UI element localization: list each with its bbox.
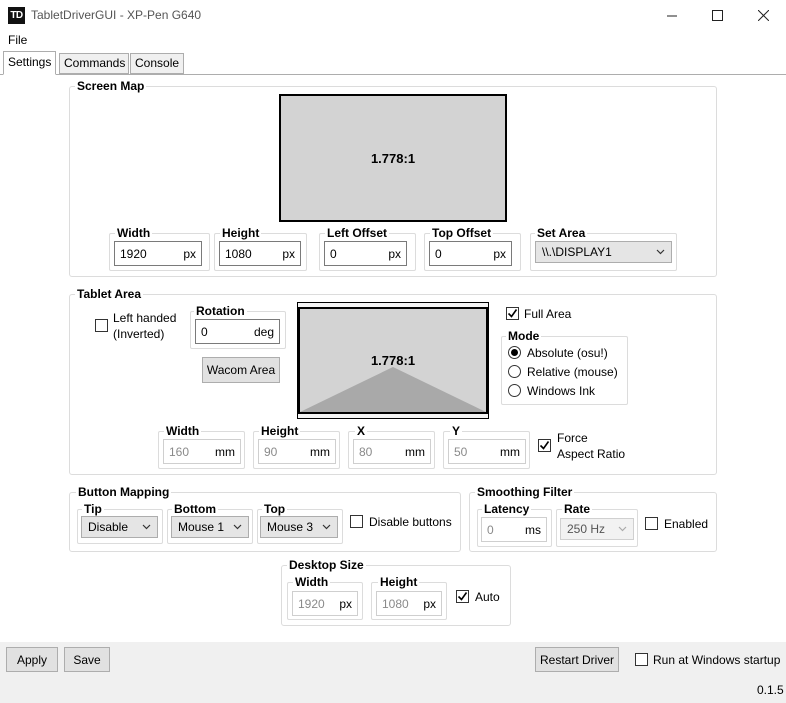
bottom-select[interactable]: Mouse 1: [171, 516, 249, 538]
apply-button[interactable]: Apply: [6, 647, 58, 672]
tablet-area-preview[interactable]: 1.778:1: [298, 307, 488, 414]
minimize-button[interactable]: [649, 0, 695, 31]
chevron-down-icon: [322, 524, 331, 530]
radio-selected-dot: [511, 349, 518, 356]
tablet-area-ratio: 1.778:1: [370, 353, 416, 368]
desktop-height-label: Height: [378, 575, 420, 589]
app-icon: TD: [8, 7, 25, 24]
restart-driver-button[interactable]: Restart Driver: [535, 647, 619, 672]
top-offset-label: Top Offset: [430, 226, 494, 240]
window-title: TabletDriverGUI - XP-Pen G640: [31, 8, 202, 22]
tab-console[interactable]: Console: [130, 53, 184, 74]
mode-radio-windows-ink[interactable]: [508, 384, 521, 397]
mode-windows-ink-label: Windows Ink: [527, 384, 596, 398]
tab-commands[interactable]: Commands: [59, 53, 129, 74]
rotation-label: Rotation: [194, 304, 247, 318]
menu-file[interactable]: File: [8, 33, 27, 47]
tab-settings[interactable]: Settings: [3, 51, 57, 75]
menu-bar: [0, 31, 786, 50]
disable-buttons-label: Disable buttons: [369, 515, 452, 529]
version-label: 0.1.5: [757, 683, 784, 697]
mode-radio-relative[interactable]: [508, 365, 521, 378]
run-startup-label: Run at Windows startup: [653, 653, 781, 667]
mode-absolute-label: Absolute (osu!): [527, 346, 608, 360]
chevron-down-icon: [618, 526, 627, 532]
desktop-width-input[interactable]: 1920 px: [292, 591, 358, 616]
tablet-x-input[interactable]: 80 mm: [353, 439, 431, 464]
top-select[interactable]: Mouse 3: [260, 516, 338, 538]
screen-map-ratio: 1.778:1: [370, 150, 416, 166]
desktop-auto-label: Auto: [475, 590, 500, 604]
inverted-label: (Inverted): [113, 327, 165, 341]
mode-radio-absolute[interactable]: [508, 346, 521, 359]
force-aspect-checkbox[interactable]: [538, 439, 551, 452]
chevron-down-icon: [233, 524, 242, 530]
force-aspect-label: Force: [557, 431, 588, 445]
tablet-width-label: Width: [164, 424, 202, 438]
save-button[interactable]: Save: [64, 647, 110, 672]
tablet-height-label: Height: [259, 424, 301, 438]
rate-label: Rate: [562, 502, 593, 516]
screen-width-input[interactable]: 1920 px: [114, 241, 202, 266]
top-label: Top: [262, 502, 288, 516]
latency-label: Latency: [482, 502, 532, 516]
desktop-auto-checkbox[interactable]: [456, 590, 469, 603]
top-offset-input[interactable]: 0 px: [429, 241, 512, 266]
set-area-select[interactable]: \\.\DISPLAY1: [535, 241, 672, 263]
close-button[interactable]: [740, 0, 786, 31]
smoothing-enabled-checkbox[interactable]: [645, 517, 658, 530]
bottom-bar: [0, 642, 786, 703]
full-area-checkbox[interactable]: [506, 307, 519, 320]
desktop-size-title: Desktop Size: [287, 558, 366, 572]
bottom-label: Bottom: [172, 502, 218, 516]
left-offset-input[interactable]: 0 px: [324, 241, 407, 266]
tip-label: Tip: [82, 502, 104, 516]
screen-map-preview[interactable]: 1.778:1: [279, 94, 507, 222]
disable-buttons-checkbox[interactable]: [350, 515, 363, 528]
screen-width-label: Width: [115, 226, 153, 240]
set-area-label: Set Area: [535, 226, 588, 240]
check-icon: [539, 441, 550, 450]
screen-height-label: Height: [220, 226, 262, 240]
tablet-height-input[interactable]: 90 mm: [258, 439, 336, 464]
mode-relative-label: Relative (mouse): [527, 365, 618, 379]
wacom-area-button[interactable]: Wacom Area: [202, 357, 280, 383]
chevron-down-icon: [142, 524, 151, 530]
latency-input[interactable]: 0 ms: [481, 517, 547, 542]
mode-label: Mode: [506, 329, 542, 343]
left-handed-checkbox[interactable]: [95, 319, 108, 332]
left-handed-label: Left handed: [113, 311, 177, 325]
screen-height-input[interactable]: 1080 px: [219, 241, 301, 266]
check-icon: [457, 592, 468, 601]
desktop-height-input[interactable]: 1080 px: [376, 591, 442, 616]
tablet-width-input[interactable]: 160 mm: [163, 439, 241, 464]
tablet-area-title: Tablet Area: [75, 287, 144, 301]
close-icon: [757, 10, 769, 21]
desktop-width-label: Width: [293, 575, 331, 589]
full-area-label: Full Area: [524, 307, 572, 321]
tablet-y-label: Y: [450, 424, 463, 438]
maximize-button[interactable]: [694, 0, 740, 31]
screen-map-title: Screen Map: [75, 79, 147, 93]
tip-select[interactable]: Disable: [81, 516, 158, 538]
rate-select[interactable]: 250 Hz: [560, 518, 634, 540]
smoothing-title: Smoothing Filter: [475, 485, 575, 499]
chevron-down-icon: [656, 249, 665, 255]
button-mapping-title: Button Mapping: [76, 485, 172, 499]
left-offset-label: Left Offset: [325, 226, 389, 240]
force-aspect-label-2: Aspect Ratio: [557, 447, 626, 461]
minimize-icon: [667, 15, 677, 16]
smoothing-enabled-label: Enabled: [664, 517, 709, 531]
tablet-y-input[interactable]: 50 mm: [448, 439, 526, 464]
tablet-x-label: X: [355, 424, 368, 438]
run-startup-checkbox[interactable]: [635, 653, 648, 666]
rotation-input[interactable]: 0 deg: [195, 319, 280, 344]
check-icon: [507, 309, 518, 318]
maximize-icon: [711, 10, 723, 21]
